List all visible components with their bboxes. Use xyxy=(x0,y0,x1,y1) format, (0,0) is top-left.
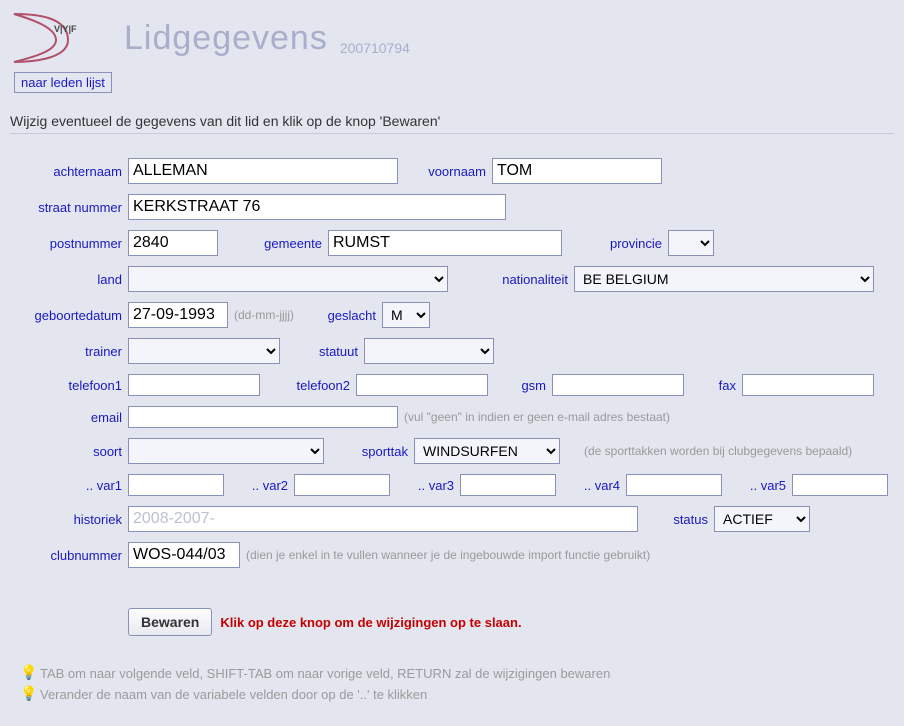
telefoon1-input[interactable] xyxy=(128,374,260,396)
logo: V|Y|F xyxy=(10,10,100,66)
nationaliteit-label: nationaliteit xyxy=(478,272,574,287)
var1-label[interactable]: .. var1 xyxy=(10,478,128,493)
telefoon1-label: telefoon1 xyxy=(10,378,128,393)
var1-input[interactable] xyxy=(128,474,224,496)
geboortedatum-input[interactable] xyxy=(128,302,228,328)
provincie-label: provincie xyxy=(592,236,668,251)
historiek-input xyxy=(128,506,638,532)
clubnummer-input[interactable] xyxy=(128,542,240,568)
statuut-label: statuut xyxy=(298,344,364,359)
sporttak-select[interactable]: WINDSURFEN xyxy=(414,438,560,464)
email-hint: (vul "geen" in indien er geen e-mail adr… xyxy=(398,410,670,424)
statuut-select[interactable] xyxy=(364,338,494,364)
var4-input[interactable] xyxy=(626,474,722,496)
var2-label[interactable]: .. var2 xyxy=(242,478,294,493)
postnummer-input[interactable] xyxy=(128,230,218,256)
provincie-select[interactable] xyxy=(668,230,714,256)
geboortedatum-label: geboortedatum xyxy=(10,308,128,323)
fax-input[interactable] xyxy=(742,374,874,396)
page-title: Lidgegevens xyxy=(124,19,328,58)
tip-2: Verander de naam van de variabele velden… xyxy=(10,685,894,706)
email-label: email xyxy=(10,410,128,425)
gsm-label: gsm xyxy=(506,378,552,393)
achternaam-input[interactable] xyxy=(128,158,398,184)
var3-label[interactable]: .. var3 xyxy=(408,478,460,493)
historiek-label: historiek xyxy=(10,512,128,527)
trainer-label: trainer xyxy=(10,344,128,359)
land-select[interactable] xyxy=(128,266,448,292)
var5-label[interactable]: .. var5 xyxy=(740,478,792,493)
fax-label: fax xyxy=(702,378,742,393)
var5-input[interactable] xyxy=(792,474,888,496)
lightbulb-icon: 💡 xyxy=(20,664,37,681)
sporttak-hint: (de sporttakken worden bij clubgegevens … xyxy=(578,444,852,458)
lightbulb-icon: 💡 xyxy=(20,685,37,702)
voornaam-label: voornaam xyxy=(416,164,492,179)
telefoon2-label: telefoon2 xyxy=(278,378,356,393)
sporttak-label: sporttak xyxy=(342,444,414,459)
tip-1: TAB om naar volgende veld, SHIFT-TAB om … xyxy=(10,664,894,685)
date-format-hint: (dd-mm-jjjj) xyxy=(228,308,294,322)
save-hint: Klik op deze knop om de wijzigingen op t… xyxy=(212,615,521,630)
clubnummer-hint: (dien je enkel in te vullen wanneer je d… xyxy=(240,548,650,562)
achternaam-label: achternaam xyxy=(10,164,128,179)
gemeente-input[interactable] xyxy=(328,230,562,256)
var4-label[interactable]: .. var4 xyxy=(574,478,626,493)
soort-select[interactable] xyxy=(128,438,324,464)
nationaliteit-select[interactable]: BE BELGIUM xyxy=(574,266,874,292)
land-label: land xyxy=(10,272,128,287)
status-label: status xyxy=(656,512,714,527)
var3-input[interactable] xyxy=(460,474,556,496)
status-select[interactable]: ACTIEF xyxy=(714,506,810,532)
soort-label: soort xyxy=(10,444,128,459)
trainer-select[interactable] xyxy=(128,338,280,364)
member-id: 200710794 xyxy=(340,40,410,66)
back-to-list-link[interactable]: naar leden lijst xyxy=(14,72,112,93)
straat-label: straat nummer xyxy=(10,200,128,215)
gsm-input[interactable] xyxy=(552,374,684,396)
save-button[interactable]: Bewaren xyxy=(128,608,212,636)
gemeente-label: gemeente xyxy=(248,236,328,251)
divider xyxy=(10,133,894,134)
voornaam-input[interactable] xyxy=(492,158,662,184)
geslacht-select[interactable]: M xyxy=(382,302,430,328)
svg-text:V|Y|F: V|Y|F xyxy=(54,24,77,34)
email-input[interactable] xyxy=(128,406,398,428)
postnummer-label: postnummer xyxy=(10,236,128,251)
telefoon2-input[interactable] xyxy=(356,374,488,396)
clubnummer-label: clubnummer xyxy=(10,548,128,563)
straat-input[interactable] xyxy=(128,194,506,220)
var2-input[interactable] xyxy=(294,474,390,496)
instruction-text: Wijzig eventueel de gegevens van dit lid… xyxy=(10,113,894,129)
geslacht-label: geslacht xyxy=(312,308,382,323)
